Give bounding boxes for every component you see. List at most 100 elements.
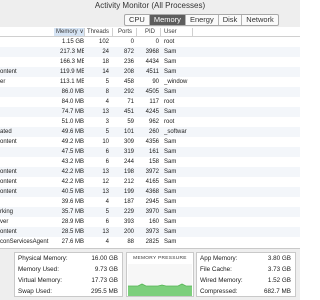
tab-energy[interactable]: Energy [186, 15, 219, 25]
tab-disk[interactable]: Disk [219, 15, 243, 25]
memory-value: 74.7 MB [61, 109, 84, 115]
column-divider[interactable] [192, 28, 193, 36]
memory-value: 39.6 MB [61, 199, 84, 205]
stat-value: 295.5 MB [91, 288, 118, 295]
column-divider[interactable] [160, 28, 161, 36]
threads-value: 4 [105, 199, 109, 205]
stat-value: 17.73 GB [91, 277, 118, 284]
column-divider[interactable] [112, 28, 113, 36]
column-header-threads[interactable]: Threads [87, 28, 109, 36]
threads-value: 5 [105, 209, 109, 215]
stat-value: 682.7 MB [264, 288, 291, 295]
ports-value: 71 [127, 99, 134, 105]
tab-network[interactable]: Network [242, 15, 278, 25]
process-row[interactable]: conServicesAgent 27.6 MB 4 88 2825 Sam [0, 237, 300, 246]
tab-cpu[interactable]: CPU [125, 15, 150, 25]
column-header-user[interactable]: User [164, 28, 177, 36]
process-row[interactable]: ontent 42.2 MB 12 212 4165 Sam [0, 177, 300, 187]
stat-label: Compressed: [200, 288, 238, 295]
toolbar: CPU Memory Energy Disk Network [0, 12, 300, 27]
column-header-ports[interactable]: Ports [118, 28, 132, 36]
column-divider[interactable] [136, 28, 137, 36]
user-value: Sam [164, 139, 177, 145]
process-name: ontent [0, 139, 17, 145]
threads-value: 4 [105, 99, 109, 105]
user-value: Sam [164, 209, 177, 215]
user-value: Sam [164, 109, 177, 115]
user-value: Sam [164, 219, 177, 225]
threads-value: 6 [105, 149, 109, 155]
process-row[interactable]: 84.0 MB 4 71 117 root [0, 97, 300, 107]
column-header-pid[interactable]: PID [145, 28, 155, 36]
threads-value: 13 [102, 189, 109, 195]
process-name: ontent [0, 69, 17, 75]
memory-value: 86.0 MB [61, 89, 84, 95]
ports-value: 198 [123, 169, 134, 175]
pid-value: 260 [148, 129, 159, 135]
physical-memory-stat: Physical Memory: 16.00 GB [18, 254, 118, 264]
virtual-memory-stat: Virtual Memory: 17.73 GB [18, 276, 118, 286]
pid-value: 4368 [145, 189, 159, 195]
user-value: Sam [164, 239, 177, 245]
user-value: Sam [164, 59, 177, 65]
memory-value: 28.9 MB [61, 219, 84, 225]
process-row[interactable]: ontent 40.5 MB 13 199 4368 Sam [0, 187, 300, 197]
pid-value: 2945 [145, 199, 159, 205]
memory-value: 49.6 MB [61, 129, 84, 135]
process-row[interactable]: ver 28.9 MB 6 393 160 Sam [0, 217, 300, 227]
column-divider[interactable] [84, 28, 85, 36]
pid-value: 4505 [145, 89, 159, 95]
process-row[interactable]: rking 35.7 MB 5 229 3970 Sam [0, 207, 300, 217]
tab-memory[interactable]: Memory [149, 15, 186, 25]
window-title: Activity Monitor (All Processes) [0, 0, 300, 12]
process-row[interactable]: 166.3 MB 18 236 4434 Sam [0, 57, 300, 67]
memory-pressure-title: MEMORY PRESSURE [133, 256, 187, 261]
pid-value: 158 [148, 159, 159, 165]
ports-value: 101 [123, 129, 134, 135]
process-row[interactable]: ontent 42.2 MB 13 198 3972 Sam [0, 167, 300, 177]
process-row[interactable]: 43.2 MB 6 244 158 Sam [0, 157, 300, 167]
memory-pressure-panel: MEMORY PRESSURE [126, 252, 194, 297]
process-row[interactable]: 74.7 MB 13 451 4245 Sam [0, 107, 300, 117]
process-row[interactable]: ated 49.6 MB 5 101 260 _softwar [0, 127, 300, 137]
memory-value: 27.6 MB [61, 239, 84, 245]
pid-value: 2825 [145, 239, 159, 245]
process-row[interactable]: 47.5 MB 6 319 161 Sam [0, 147, 300, 157]
pid-value: 4511 [146, 69, 159, 75]
pid-value: 3970 [145, 209, 159, 215]
process-row[interactable]: 217.3 MB 24 872 3968 Sam [0, 47, 300, 57]
threads-value: 4 [105, 239, 109, 245]
process-row[interactable]: 86.0 MB 8 292 4505 Sam [0, 87, 300, 97]
column-header-memory[interactable]: Memory ∨ [54, 28, 84, 36]
user-value: Sam [164, 49, 177, 55]
process-row[interactable]: ontent 49.2 MB 10 309 4356 Sam [0, 137, 300, 147]
memory-value: 217.3 MB [60, 49, 84, 55]
user-value: Sam [164, 179, 177, 185]
process-row[interactable]: 1.15 GB 102 0 0 root [0, 37, 300, 47]
ports-value: 451 [123, 109, 134, 115]
ports-value: 200 [123, 229, 134, 235]
memory-value: 42.2 MB [61, 169, 84, 175]
user-value: Sam [164, 229, 177, 235]
ports-value: 319 [123, 149, 134, 155]
user-value: Sam [164, 149, 177, 155]
user-value: Sam [164, 189, 177, 195]
process-name: ontent [0, 229, 17, 235]
process-row[interactable]: 51.0 MB 3 59 962 root [0, 117, 300, 127]
pid-value: 3972 [145, 169, 159, 175]
pid-value: 4434 [145, 59, 159, 65]
user-value: Sam [164, 159, 177, 165]
user-value: Sam [164, 199, 177, 205]
process-row[interactable]: er 113.1 MB 5 458 90 _window [0, 77, 300, 87]
process-row[interactable]: ontent 119.9 MB 14 208 4511 Sam [0, 67, 300, 77]
pid-value: 161 [148, 149, 159, 155]
process-row[interactable]: 39.6 MB 4 187 2945 Sam [0, 197, 300, 207]
ports-value: 292 [123, 89, 134, 95]
stat-label: Wired Memory: [200, 277, 243, 284]
threads-value: 10 [102, 139, 109, 145]
user-value: Sam [164, 169, 177, 175]
ports-value: 0 [130, 39, 134, 45]
process-name: rking [0, 209, 14, 215]
process-row[interactable]: ontent 28.5 MB 13 200 3973 Sam [0, 227, 300, 237]
process-name: ontent [0, 189, 17, 195]
